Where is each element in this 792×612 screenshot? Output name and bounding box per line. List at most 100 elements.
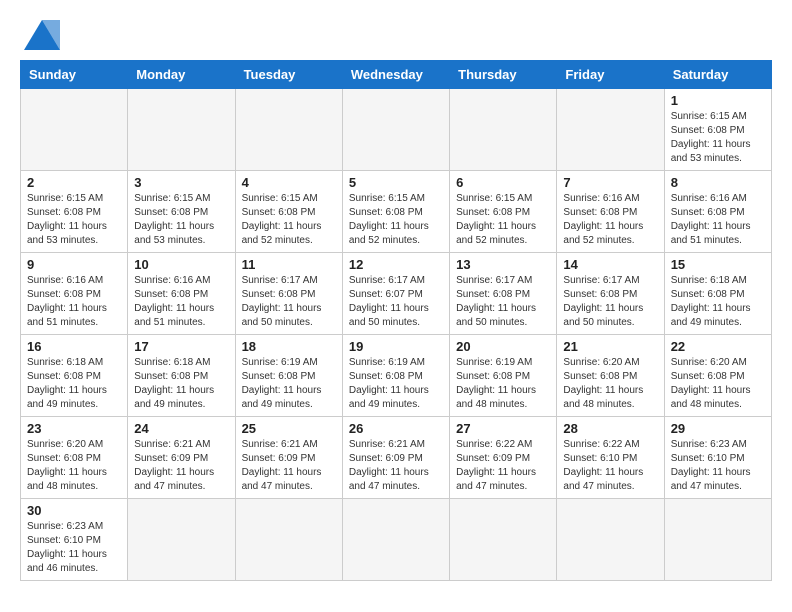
day-info: Sunrise: 6:20 AM Sunset: 6:08 PM Dayligh… bbox=[27, 438, 121, 494]
day-number: 18 bbox=[242, 339, 336, 354]
calendar-cell: 13 Sunrise: 6:17 AM Sunset: 6:08 PM Dayli… bbox=[450, 253, 557, 335]
calendar-cell: 14 Sunrise: 6:17 AM Sunset: 6:08 PM Dayli… bbox=[557, 253, 664, 335]
calendar-cell: 19Sunrise: 6:19 AM Sunset: 6:08 PM Dayli… bbox=[342, 335, 449, 417]
day-number: 22 bbox=[671, 339, 765, 354]
calendar-cell: 18 Sunrise: 6:19 AM Sunset: 6:08 PM Dayli… bbox=[235, 335, 342, 417]
col-header-monday: Monday bbox=[128, 61, 235, 89]
day-number: 27 bbox=[456, 421, 550, 436]
day-number: 4 bbox=[242, 175, 336, 190]
calendar-cell bbox=[342, 89, 449, 171]
calendar-cell: 2 Sunrise: 6:15 AM Sunset: 6:08 PM Daylig… bbox=[21, 171, 128, 253]
day-info: Sunrise: 6:16 AM Sunset: 6:08 PM Dayligh… bbox=[27, 274, 121, 330]
day-number: 26 bbox=[349, 421, 443, 436]
calendar-cell: 4 Sunrise: 6:15 AM Sunset: 6:08 PM Daylig… bbox=[235, 171, 342, 253]
day-info: Sunrise: 6:15 AM Sunset: 6:08 PM Dayligh… bbox=[456, 192, 550, 248]
calendar-cell: 22 Sunrise: 6:20 AM Sunset: 6:08 PM Dayli… bbox=[664, 335, 771, 417]
calendar-cell: 7 Sunrise: 6:16 AM Sunset: 6:08 PM Daylig… bbox=[557, 171, 664, 253]
calendar-week-1: 2 Sunrise: 6:15 AM Sunset: 6:08 PM Daylig… bbox=[21, 171, 772, 253]
day-number: 17 bbox=[134, 339, 228, 354]
day-info: Sunrise: 6:19 AM Sunset: 6:08 PM Dayligh… bbox=[242, 356, 336, 412]
day-number: 29 bbox=[671, 421, 765, 436]
day-info: Sunrise: 6:18 AM Sunset: 6:08 PM Dayligh… bbox=[671, 274, 765, 330]
day-info: Sunrise: 6:16 AM Sunset: 6:08 PM Dayligh… bbox=[671, 192, 765, 248]
day-info: Sunrise: 6:21 AM Sunset: 6:09 PM Dayligh… bbox=[242, 438, 336, 494]
calendar-cell: 3 Sunrise: 6:15 AM Sunset: 6:08 PM Daylig… bbox=[128, 171, 235, 253]
col-header-tuesday: Tuesday bbox=[235, 61, 342, 89]
calendar-cell bbox=[450, 89, 557, 171]
day-number: 28 bbox=[563, 421, 657, 436]
calendar-cell: 10Sunrise: 6:16 AM Sunset: 6:08 PM Dayli… bbox=[128, 253, 235, 335]
page-header bbox=[20, 20, 772, 50]
calendar-cell: 9Sunrise: 6:16 AM Sunset: 6:08 PM Daylig… bbox=[21, 253, 128, 335]
calendar-cell: 23 Sunrise: 6:20 AM Sunset: 6:08 PM Dayli… bbox=[21, 417, 128, 499]
day-info: Sunrise: 6:21 AM Sunset: 6:09 PM Dayligh… bbox=[349, 438, 443, 494]
calendar-cell: 27 Sunrise: 6:22 AM Sunset: 6:09 PM Dayli… bbox=[450, 417, 557, 499]
calendar-header-row: SundayMondayTuesdayWednesdayThursdayFrid… bbox=[21, 61, 772, 89]
calendar-cell: 17 Sunrise: 6:18 AM Sunset: 6:08 PM Dayli… bbox=[128, 335, 235, 417]
day-number: 13 bbox=[456, 257, 550, 272]
col-header-sunday: Sunday bbox=[21, 61, 128, 89]
day-number: 21 bbox=[563, 339, 657, 354]
day-info: Sunrise: 6:17 AM Sunset: 6:08 PM Dayligh… bbox=[563, 274, 657, 330]
day-number: 6 bbox=[456, 175, 550, 190]
calendar-cell: 1Sunrise: 6:15 AM Sunset: 6:08 PM Daylig… bbox=[664, 89, 771, 171]
day-info: Sunrise: 6:21 AM Sunset: 6:09 PM Dayligh… bbox=[134, 438, 228, 494]
calendar-cell: 11Sunrise: 6:17 AM Sunset: 6:08 PM Dayli… bbox=[235, 253, 342, 335]
day-number: 12 bbox=[349, 257, 443, 272]
day-number: 11 bbox=[242, 257, 336, 272]
calendar-week-4: 23 Sunrise: 6:20 AM Sunset: 6:08 PM Dayli… bbox=[21, 417, 772, 499]
day-number: 25 bbox=[242, 421, 336, 436]
calendar-table: SundayMondayTuesdayWednesdayThursdayFrid… bbox=[20, 60, 772, 581]
day-number: 7 bbox=[563, 175, 657, 190]
day-info: Sunrise: 6:15 AM Sunset: 6:08 PM Dayligh… bbox=[27, 192, 121, 248]
calendar-cell bbox=[235, 89, 342, 171]
day-info: Sunrise: 6:20 AM Sunset: 6:08 PM Dayligh… bbox=[671, 356, 765, 412]
day-number: 14 bbox=[563, 257, 657, 272]
day-info: Sunrise: 6:15 AM Sunset: 6:08 PM Dayligh… bbox=[134, 192, 228, 248]
day-info: Sunrise: 6:19 AM Sunset: 6:08 PM Dayligh… bbox=[456, 356, 550, 412]
calendar-cell: 21 Sunrise: 6:20 AM Sunset: 6:08 PM Dayli… bbox=[557, 335, 664, 417]
day-info: Sunrise: 6:18 AM Sunset: 6:08 PM Dayligh… bbox=[27, 356, 121, 412]
calendar-cell: 28Sunrise: 6:22 AM Sunset: 6:10 PM Dayli… bbox=[557, 417, 664, 499]
calendar-cell: 15 Sunrise: 6:18 AM Sunset: 6:08 PM Dayli… bbox=[664, 253, 771, 335]
calendar-week-0: 1Sunrise: 6:15 AM Sunset: 6:08 PM Daylig… bbox=[21, 89, 772, 171]
calendar-cell: 5Sunrise: 6:15 AM Sunset: 6:08 PM Daylig… bbox=[342, 171, 449, 253]
day-number: 30 bbox=[27, 503, 121, 518]
day-info: Sunrise: 6:23 AM Sunset: 6:10 PM Dayligh… bbox=[27, 520, 121, 576]
day-info: Sunrise: 6:17 AM Sunset: 6:08 PM Dayligh… bbox=[456, 274, 550, 330]
day-number: 23 bbox=[27, 421, 121, 436]
calendar-cell bbox=[342, 499, 449, 581]
calendar-week-2: 9Sunrise: 6:16 AM Sunset: 6:08 PM Daylig… bbox=[21, 253, 772, 335]
calendar-cell: 30 Sunrise: 6:23 AM Sunset: 6:10 PM Dayli… bbox=[21, 499, 128, 581]
day-number: 8 bbox=[671, 175, 765, 190]
day-number: 15 bbox=[671, 257, 765, 272]
calendar-cell: 8 Sunrise: 6:16 AM Sunset: 6:08 PM Daylig… bbox=[664, 171, 771, 253]
day-info: Sunrise: 6:18 AM Sunset: 6:08 PM Dayligh… bbox=[134, 356, 228, 412]
calendar-cell bbox=[128, 499, 235, 581]
day-number: 24 bbox=[134, 421, 228, 436]
day-number: 2 bbox=[27, 175, 121, 190]
day-info: Sunrise: 6:22 AM Sunset: 6:09 PM Dayligh… bbox=[456, 438, 550, 494]
calendar-cell: 25 Sunrise: 6:21 AM Sunset: 6:09 PM Dayli… bbox=[235, 417, 342, 499]
day-number: 10 bbox=[134, 257, 228, 272]
calendar-cell bbox=[450, 499, 557, 581]
calendar-cell bbox=[21, 89, 128, 171]
day-info: Sunrise: 6:15 AM Sunset: 6:08 PM Dayligh… bbox=[671, 110, 765, 166]
logo bbox=[20, 20, 60, 50]
calendar-cell bbox=[664, 499, 771, 581]
calendar-week-3: 16 Sunrise: 6:18 AM Sunset: 6:08 PM Dayli… bbox=[21, 335, 772, 417]
calendar-cell bbox=[235, 499, 342, 581]
day-number: 16 bbox=[27, 339, 121, 354]
day-number: 5 bbox=[349, 175, 443, 190]
calendar-cell: 20Sunrise: 6:19 AM Sunset: 6:08 PM Dayli… bbox=[450, 335, 557, 417]
day-number: 3 bbox=[134, 175, 228, 190]
calendar-cell: 29 Sunrise: 6:23 AM Sunset: 6:10 PM Dayli… bbox=[664, 417, 771, 499]
col-header-friday: Friday bbox=[557, 61, 664, 89]
day-info: Sunrise: 6:20 AM Sunset: 6:08 PM Dayligh… bbox=[563, 356, 657, 412]
day-info: Sunrise: 6:16 AM Sunset: 6:08 PM Dayligh… bbox=[563, 192, 657, 248]
day-info: Sunrise: 6:15 AM Sunset: 6:08 PM Dayligh… bbox=[242, 192, 336, 248]
day-info: Sunrise: 6:23 AM Sunset: 6:10 PM Dayligh… bbox=[671, 438, 765, 494]
calendar-cell: 16 Sunrise: 6:18 AM Sunset: 6:08 PM Dayli… bbox=[21, 335, 128, 417]
calendar-cell: 24 Sunrise: 6:21 AM Sunset: 6:09 PM Dayli… bbox=[128, 417, 235, 499]
col-header-thursday: Thursday bbox=[450, 61, 557, 89]
